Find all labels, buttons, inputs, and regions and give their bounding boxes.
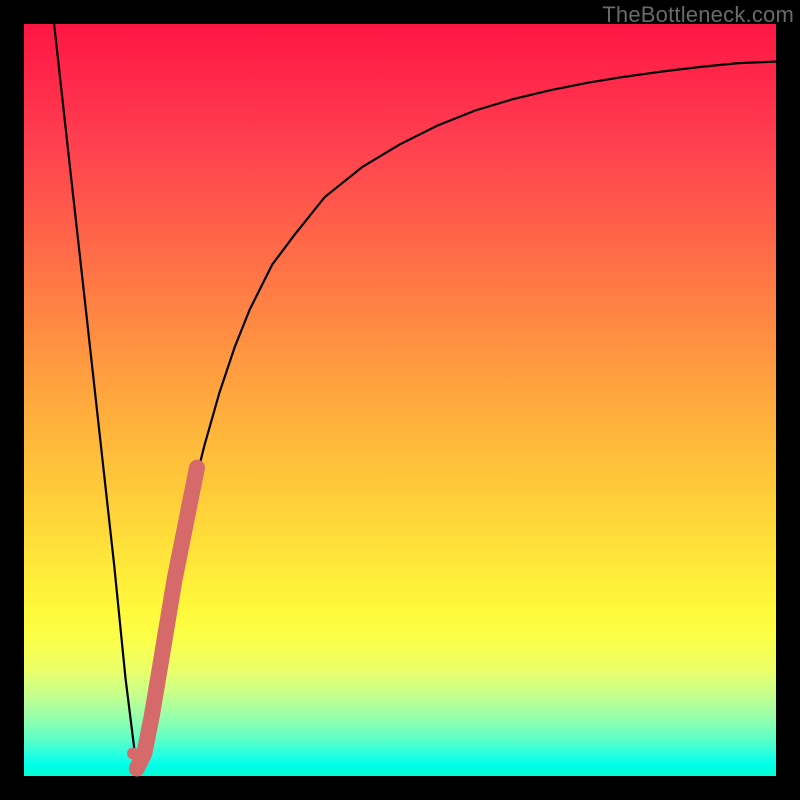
chart-frame: TheBottleneck.com xyxy=(0,0,800,800)
chart-svg xyxy=(24,24,776,776)
plot-area xyxy=(24,24,776,776)
highlight-segment xyxy=(137,468,197,769)
min-marker-2 xyxy=(131,762,143,774)
watermark-text: TheBottleneck.com xyxy=(602,2,794,28)
min-marker-1 xyxy=(127,747,139,759)
